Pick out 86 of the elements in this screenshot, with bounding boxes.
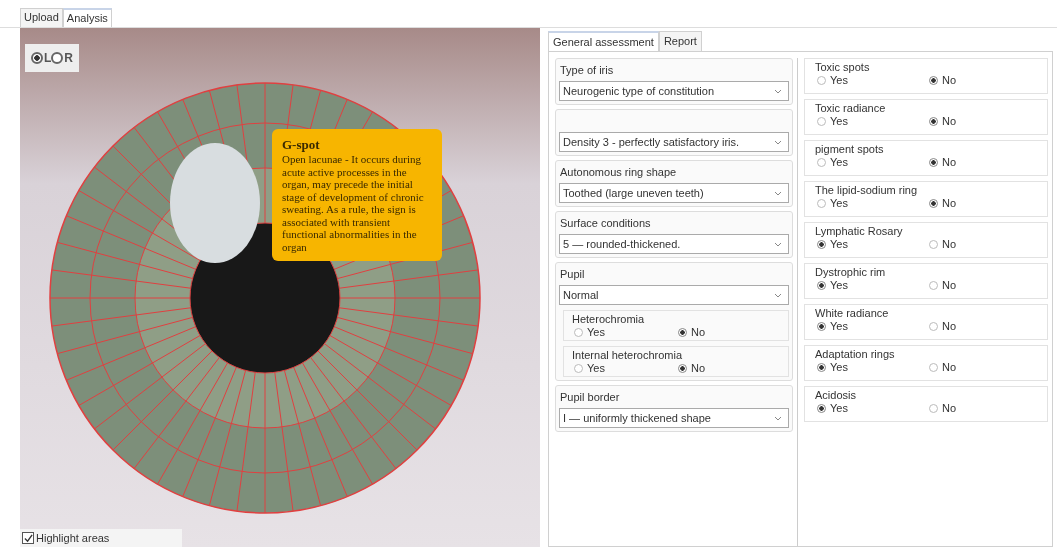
side-radio[interactable]: R — [51, 51, 73, 65]
radio-icon[interactable] — [51, 52, 64, 64]
radio-icon[interactable] — [929, 403, 938, 413]
group-label: Toxic radiance — [815, 102, 887, 115]
group-label: Dystrophic rim — [815, 266, 887, 279]
radio-icon[interactable] — [817, 362, 826, 372]
group-label: Internal heterochromia — [572, 349, 684, 362]
radio-option[interactable]: No — [927, 402, 1039, 414]
radio-icon[interactable] — [929, 198, 938, 208]
radio-icon[interactable] — [817, 403, 826, 413]
group-label: Heterochromia — [572, 313, 646, 326]
group-label: The lipid-sodium ring — [815, 184, 919, 197]
chevron-down-icon — [774, 139, 782, 145]
radio-option[interactable]: Yes — [815, 74, 927, 86]
tab[interactable]: Report — [658, 31, 702, 51]
radio-option[interactable]: Yes — [815, 115, 927, 127]
tab[interactable]: Analysis — [62, 8, 112, 27]
group-label: Adaptation rings — [815, 348, 896, 361]
radio-icon[interactable] — [574, 363, 583, 373]
radio-icon[interactable] — [817, 116, 826, 126]
radio-option[interactable]: Yes — [815, 156, 927, 168]
radio-option[interactable]: No — [927, 74, 1039, 86]
group-label: pigment spots — [815, 143, 885, 156]
radio-icon[interactable] — [929, 321, 938, 331]
field-label: Pupil — [559, 267, 586, 282]
radio-option[interactable]: No — [927, 361, 1039, 373]
radio-icon[interactable] — [929, 157, 938, 167]
group-label: Lymphatic Rosary — [815, 225, 904, 238]
field-label: Surface conditions — [559, 216, 652, 231]
radio-option[interactable]: No — [927, 320, 1039, 332]
radio-icon[interactable] — [929, 75, 938, 85]
dropdown[interactable]: I — uniformly thickened shape — [559, 408, 789, 428]
tab[interactable]: Upload — [20, 8, 63, 27]
side-radio[interactable]: L — [31, 51, 52, 65]
radio-option[interactable]: Yes — [815, 361, 927, 373]
radio-option[interactable]: Yes — [815, 238, 927, 250]
field-label: Type of iris — [559, 63, 615, 78]
radio-option[interactable]: Yes — [815, 197, 927, 209]
radio-option[interactable]: Yes — [572, 362, 676, 374]
field-label: Autonomous ring shape — [559, 165, 678, 180]
group-label: White radiance — [815, 307, 890, 320]
checkbox-icon[interactable] — [22, 532, 34, 544]
radio-icon[interactable] — [817, 198, 826, 208]
radio-option[interactable]: Yes — [815, 279, 927, 291]
radio-icon[interactable] — [929, 362, 938, 372]
chevron-down-icon — [774, 190, 782, 196]
tooltip-text: Open lacunae - It occurs during acute active processes in the organ, may precede the initial stage of development of chronic sweating. As a rule, the sign is associated with transient functional abnormalities in the organ — [282, 153, 425, 253]
radio-icon[interactable] — [574, 327, 583, 337]
chevron-down-icon — [774, 241, 782, 247]
radio-icon[interactable] — [929, 239, 938, 249]
radio-option[interactable]: Yes — [572, 326, 676, 338]
radio-icon[interactable] — [678, 327, 687, 337]
radio-option[interactable]: No — [927, 115, 1039, 127]
side-label: L — [44, 51, 52, 65]
radio-option[interactable]: Yes — [815, 402, 927, 414]
radio-icon[interactable] — [31, 52, 43, 64]
group-label: Toxic spots — [815, 61, 871, 74]
radio-option[interactable]: No — [927, 279, 1039, 291]
radio-option[interactable]: No — [927, 238, 1039, 250]
radio-option[interactable]: No — [676, 362, 780, 374]
tab[interactable]: General assessment — [548, 31, 659, 51]
side-label: R — [64, 51, 73, 65]
radio-icon[interactable] — [678, 363, 687, 373]
group-label: Acidosis — [815, 389, 857, 402]
tooltip-title: G-spot — [282, 137, 321, 153]
radio-icon[interactable] — [929, 116, 938, 126]
chevron-down-icon — [774, 415, 782, 421]
radio-option[interactable]: No — [927, 156, 1039, 168]
chevron-down-icon — [774, 292, 782, 298]
radio-option[interactable]: No — [927, 197, 1039, 209]
radio-option[interactable]: No — [676, 326, 780, 338]
radio-icon[interactable] — [817, 157, 826, 167]
radio-option[interactable]: Yes — [815, 320, 927, 332]
dropdown[interactable]: Toothed (large uneven teeth) — [559, 183, 789, 203]
chevron-down-icon — [774, 88, 782, 94]
dropdown[interactable]: Density 3 - perfectly satisfactory iris. — [559, 132, 789, 152]
radio-icon[interactable] — [817, 75, 826, 85]
radio-icon[interactable] — [817, 321, 826, 331]
dropdown[interactable]: 5 — rounded-thickened. — [559, 234, 789, 254]
radio-icon[interactable] — [817, 239, 826, 249]
radio-icon[interactable] — [929, 280, 938, 290]
dropdown[interactable]: Normal — [559, 285, 789, 305]
radio-icon[interactable] — [817, 280, 826, 290]
field-label: Pupil border — [559, 390, 621, 405]
dropdown[interactable]: Neurogenic type of constitution — [559, 81, 789, 101]
highlight-checkbox[interactable]: Highlight areas — [20, 529, 182, 547]
